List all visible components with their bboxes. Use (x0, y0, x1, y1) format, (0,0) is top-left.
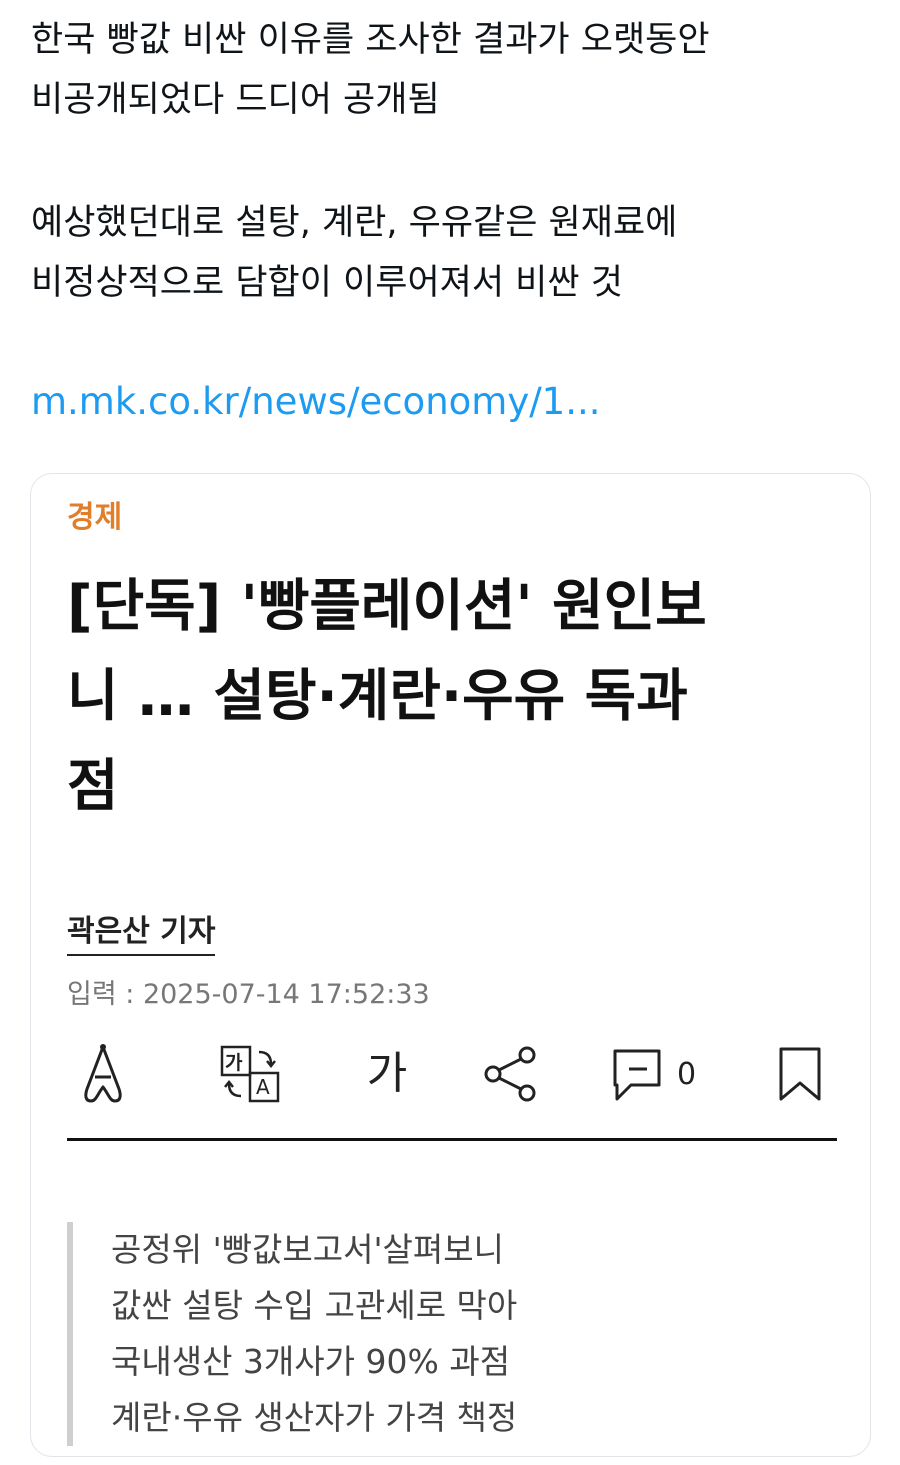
post-text-line: 비공개되었다 드디어 공개됨 (31, 80, 440, 120)
headline-line: 점 (67, 754, 119, 819)
bookmark-icon (777, 1045, 823, 1103)
summary-line: 값싼 설탕 수입 고관세로 막아 (111, 1286, 518, 1325)
summary-line: 계란·우유 생산자가 가격 책정 (111, 1398, 518, 1437)
toolbar-divider (67, 1138, 837, 1141)
share-icon (483, 1045, 539, 1103)
comment-icon (611, 1045, 663, 1103)
font-size-icon: 가 (366, 1048, 408, 1099)
post-text-line: 비정상적으로 담합이 이루어져서 비싼 것 (31, 263, 623, 303)
section-tag: 경제 (67, 500, 123, 535)
post-text: 한국 빵값 비싼 이유를 조사한 결과가 오랫동안 비공개되었다 드디어 공개됨… (31, 10, 871, 313)
translate-button[interactable]: 가 A (217, 1034, 283, 1114)
translate-icon: 가 A (219, 1044, 281, 1104)
summary-line: 국내생산 3개사가 90% 과점 (111, 1342, 511, 1381)
summary-line: 공정위 '빵값보고서'살펴보니 (111, 1230, 504, 1269)
article-headline: [단독] '빵플레이션' 원인보 니 … 설탕·계란·우유 독과 점 (67, 562, 827, 832)
link-preview-card[interactable]: 경제 [단독] '빵플레이션' 원인보 니 … 설탕·계란·우유 독과 점 곽은… (30, 473, 871, 1457)
article-toolbar: 가 A 가 0 (67, 1034, 837, 1114)
headline-line: 니 … 설탕·계란·우유 독과 (67, 664, 688, 729)
bookmark-button[interactable] (773, 1034, 827, 1114)
headline-line: [단독] '빵플레이션' 원인보 (67, 574, 707, 639)
share-button[interactable] (481, 1034, 541, 1114)
reporter-link[interactable]: 곽은산 기자 (67, 906, 216, 956)
comment-button[interactable]: 0 (611, 1034, 721, 1114)
translate-glyph-en: A (256, 1075, 270, 1099)
article-summary: 공정위 '빵값보고서'살펴보니 값싼 설탕 수입 고관세로 막아 국내생산 3개… (67, 1222, 870, 1446)
post-text-line: 한국 빵값 비싼 이유를 조사한 결과가 오랫동안 (31, 20, 710, 60)
reader-mode-button[interactable] (77, 1034, 129, 1114)
reader-mode-icon (81, 1043, 125, 1105)
publish-dateline: 입력 : 2025-07-14 17:52:33 (67, 979, 430, 1010)
article-link[interactable]: m.mk.co.kr/news/economy/1... (31, 374, 601, 430)
comment-count: 0 (677, 1056, 697, 1092)
translate-glyph-ko: 가 (225, 1052, 243, 1074)
post-text-line: 예상했던대로 설탕, 계란, 우유같은 원재료에 (31, 203, 678, 243)
font-size-button[interactable]: 가 (357, 1034, 417, 1114)
